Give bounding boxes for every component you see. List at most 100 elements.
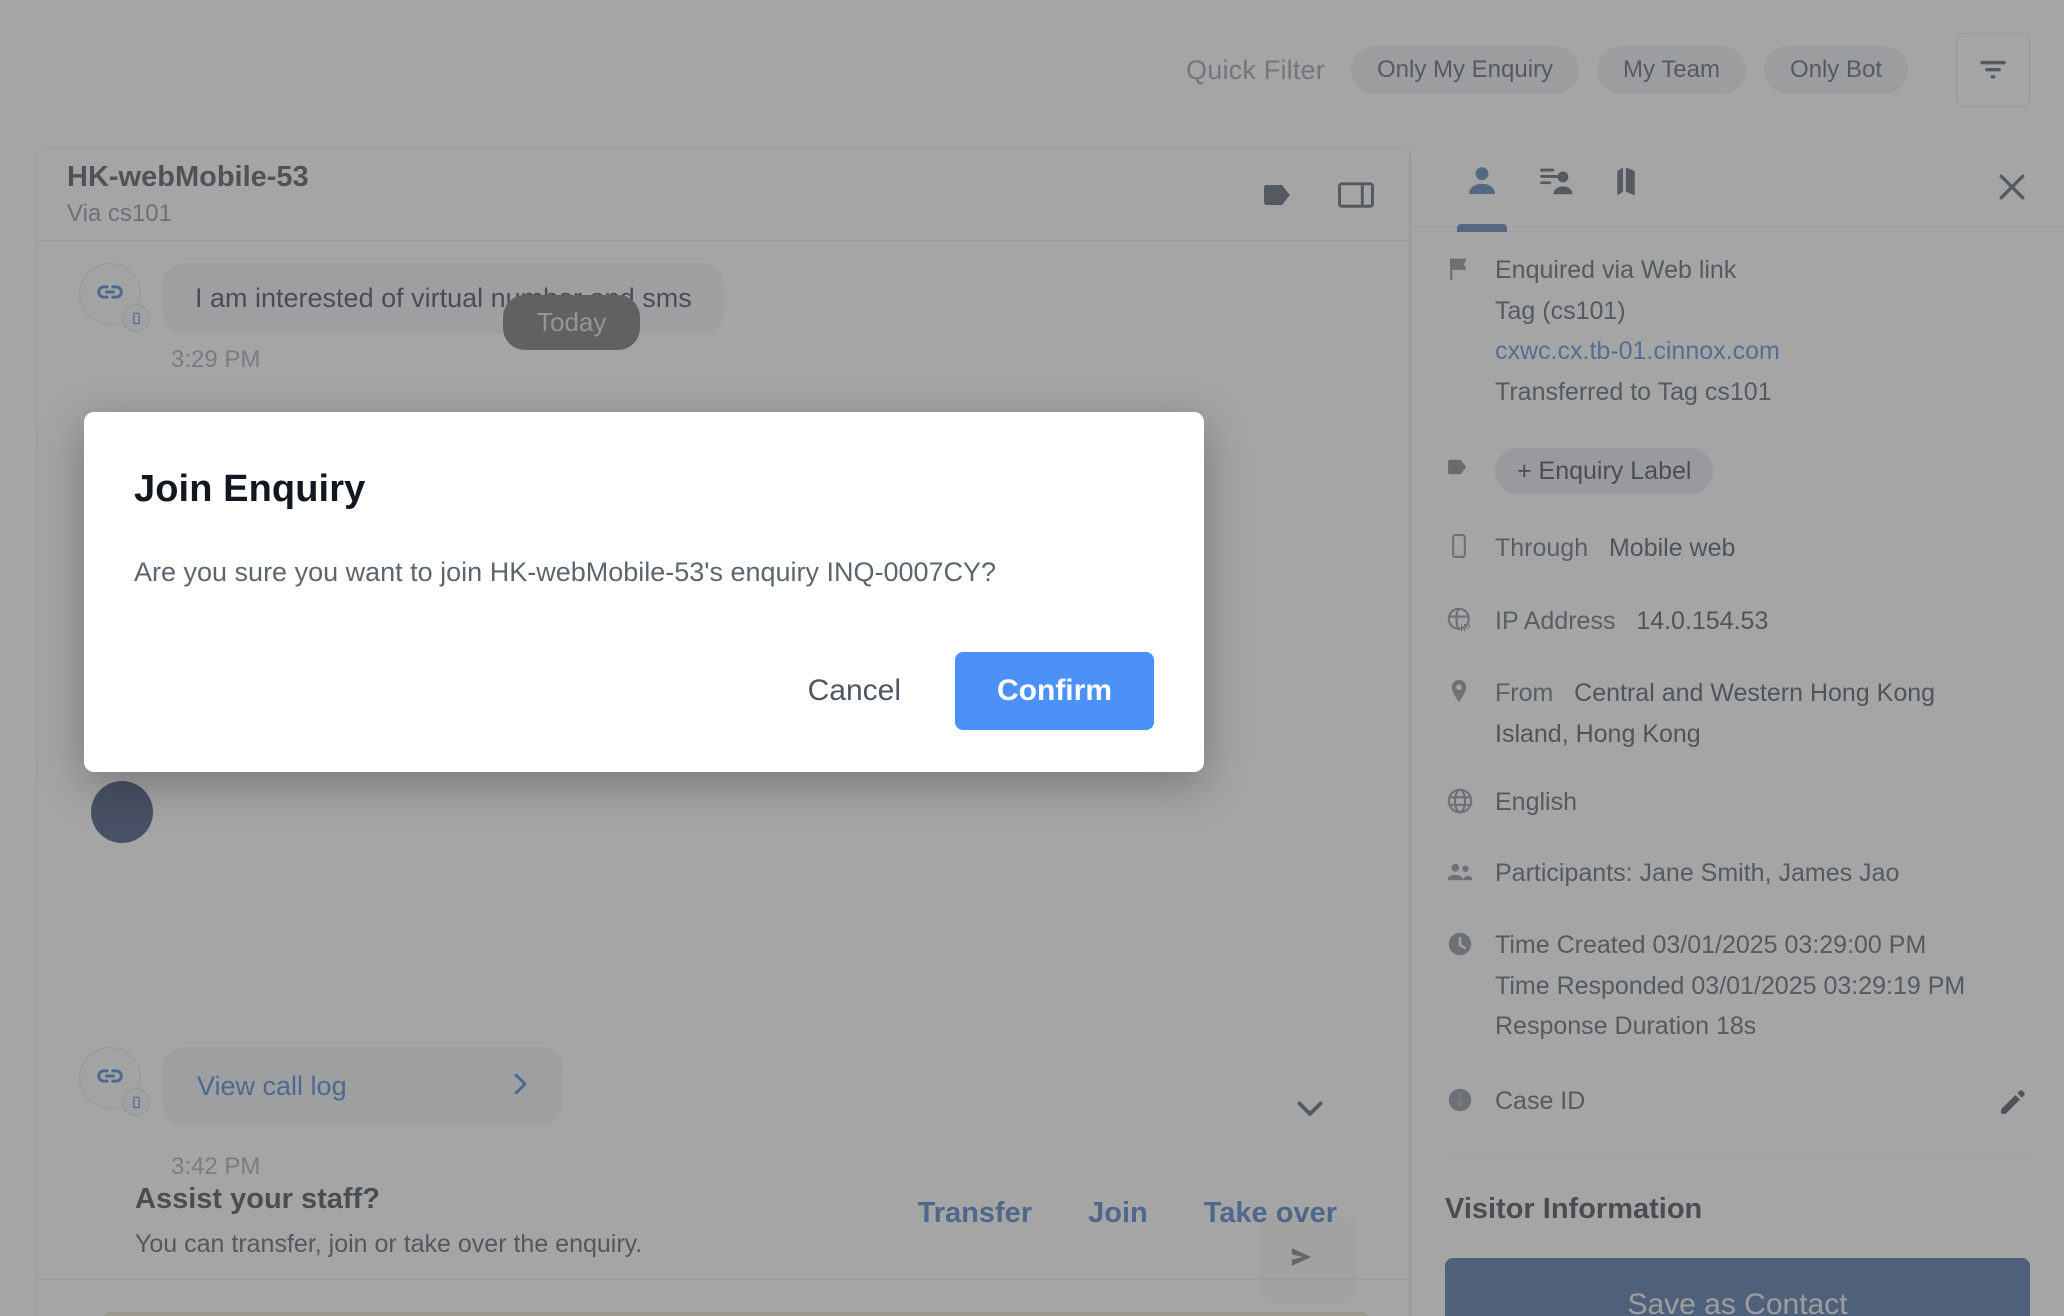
case-id-label: Case ID	[1495, 1086, 1586, 1115]
send-button[interactable]	[1259, 1216, 1357, 1302]
info-row-case-id: Case ID	[1445, 1047, 2030, 1124]
tag-icon	[1445, 448, 1495, 487]
chevron-down-icon	[1292, 1090, 1328, 1131]
top-toolbar: Quick Filter Only My Enquiry My Team Onl…	[0, 0, 2064, 140]
collapse-button[interactable]	[1263, 1063, 1357, 1157]
from-val: Central and Western Hong Kong Island, Ho…	[1495, 679, 1936, 748]
participants-value: Participants: Jane Smith, James Jao	[1495, 858, 1900, 887]
tab-person[interactable]	[1445, 148, 1519, 232]
dialog-title: Join Enquiry	[134, 468, 366, 510]
through-val: Mobile web	[1608, 534, 1736, 562]
avatar	[79, 1047, 150, 1116]
chat-message-list[interactable]: I am interested of virtual number and sm…	[37, 241, 1409, 1316]
enquired-via-line: Enquired via Web link	[1495, 256, 1737, 284]
close-icon	[1992, 174, 2032, 211]
quick-filter-label: Quick Filter	[1186, 54, 1325, 85]
person-details-icon	[1537, 162, 1575, 205]
info-panel-content[interactable]: Enquired via Web link Tag (cs101) cxwc.c…	[1411, 232, 2064, 1316]
save-as-contact-button[interactable]: Save as Contact	[1445, 1257, 2030, 1316]
view-call-log-label: View call log	[197, 1071, 347, 1101]
ip-address-val: 14.0.154.53	[1636, 606, 1769, 635]
chip-my-team[interactable]: My Team	[1597, 46, 1746, 94]
cancel-button[interactable]: Cancel	[770, 652, 939, 730]
time-details: Time Created 03/01/2025 03:29:00 PM Time…	[1495, 925, 1965, 1047]
chat-message: I am interested of virtual number and sm…	[37, 241, 1409, 334]
visitor-information-title: Visitor Information	[1445, 1157, 2030, 1250]
message-timestamp: 3:42 PM	[171, 1153, 261, 1180]
close-panel-button[interactable]	[1992, 167, 2032, 212]
tab-person-details[interactable]	[1519, 148, 1593, 232]
note-input[interactable]: Visible to staff only	[103, 1312, 1369, 1316]
avatar	[79, 263, 150, 332]
link-icon	[93, 275, 127, 314]
add-enquiry-label-text: + Enquiry Label	[1495, 448, 1714, 494]
chat-subtitle: Via cs101	[67, 200, 172, 228]
info-row-ip-address: IP IP Address 14.0.154.53	[1445, 569, 2030, 642]
language-value: English	[1495, 788, 1577, 816]
dialog-message: Are you sure you want to join HK-webMobi…	[134, 557, 997, 587]
info-row-enquiry-label: + Enquiry Label	[1445, 412, 2030, 494]
split-view-icon[interactable]	[1335, 174, 1377, 216]
confirm-button[interactable]: Confirm	[955, 652, 1154, 730]
info-row-from-location: From Central and Western Hong Kong Islan…	[1445, 641, 2030, 754]
mobile-icon	[122, 1088, 150, 1116]
message-timestamp: 3:29 PM	[171, 346, 261, 373]
date-divider: Today	[503, 295, 641, 350]
transferred-line: Transferred to Tag cs101	[1495, 377, 1772, 406]
svg-text:IP: IP	[1460, 622, 1471, 634]
map-icon	[1611, 162, 1649, 205]
assist-staff-description: You can transfer, join or take over the …	[135, 1230, 643, 1258]
view-call-log-card[interactable]: View call log	[163, 1047, 563, 1126]
avatar	[91, 781, 153, 843]
dialog-actions: Cancel Confirm	[134, 652, 1154, 730]
send-icon	[1286, 1235, 1330, 1284]
chip-only-bot[interactable]: Only Bot	[1763, 46, 1908, 94]
through-value: Through Mobile web	[1495, 528, 1735, 569]
clock-icon	[1445, 925, 1495, 964]
tag-line: Tag (cs101)	[1495, 296, 1626, 325]
filter-button[interactable]	[1956, 33, 2030, 107]
mobile-icon	[1445, 528, 1495, 565]
time-created-line: Time Created 03/01/2025 03:29:00 PM	[1495, 931, 1927, 959]
person-icon	[1463, 162, 1501, 205]
join-link[interactable]: Join	[1088, 1197, 1148, 1230]
chat-header: HK-webMobile-53 Via cs101	[37, 149, 1409, 241]
tag-icon[interactable]	[1259, 175, 1299, 215]
info-row-language: English	[1445, 754, 2030, 823]
tab-map[interactable]	[1593, 148, 1667, 232]
ip-address-key: IP Address	[1495, 606, 1616, 635]
info-source-text: Enquired via Web link Tag (cs101) cxwc.c…	[1495, 250, 1780, 412]
response-duration-line: Response Duration 18s	[1495, 1012, 1757, 1040]
from-key: From	[1495, 679, 1554, 707]
edit-case-id-button[interactable]	[1996, 1081, 2030, 1124]
add-enquiry-label-chip[interactable]: + Enquiry Label	[1495, 448, 1714, 494]
assist-staff-text: Assist your staff? You can transfer, joi…	[135, 1183, 918, 1259]
info-row-through: Through Mobile web	[1445, 494, 2030, 569]
message-composer: Visible to staff only	[37, 1247, 1409, 1316]
globe-icon	[1445, 782, 1495, 821]
enquiry-info-panel: Enquired via Web link Tag (cs101) cxwc.c…	[1410, 148, 2064, 1316]
link-icon	[93, 1059, 127, 1098]
chip-only-my-enquiry[interactable]: Only My Enquiry	[1350, 46, 1580, 94]
ip-address-value: IP Address 14.0.154.53	[1495, 601, 1768, 642]
through-key: Through	[1495, 534, 1589, 562]
time-responded-line: Time Responded 03/01/2025 03:29:19 PM	[1495, 971, 1966, 1000]
from-location-value: From Central and Western Hong Kong Islan…	[1495, 673, 2005, 754]
flag-icon	[1445, 250, 1495, 289]
assist-staff-banner: Assist your staff? You can transfer, joi…	[37, 1183, 1409, 1259]
info-row-times: Time Created 03/01/2025 03:29:00 PM Time…	[1445, 893, 2030, 1047]
info-icon	[1445, 1081, 1495, 1120]
chevron-right-icon	[505, 1069, 535, 1104]
transfer-link[interactable]: Transfer	[918, 1197, 1032, 1230]
filter-icon	[1976, 51, 2010, 90]
mobile-icon	[122, 304, 150, 332]
join-enquiry-dialog: Join Enquiry Are you sure you want to jo…	[84, 412, 1204, 772]
chat-message: View call log	[79, 1047, 563, 1126]
chat-title: HK-webMobile-53	[67, 160, 309, 193]
source-url-link[interactable]: cxwc.cx.tb-01.cinnox.com	[1495, 331, 1780, 372]
info-panel-tabs	[1411, 148, 2064, 232]
pencil-icon	[1996, 1089, 2030, 1123]
assist-staff-title: Assist your staff?	[135, 1183, 380, 1215]
chat-identity: HK-webMobile-53 Via cs101	[67, 161, 1223, 228]
location-pin-icon	[1445, 673, 1495, 710]
